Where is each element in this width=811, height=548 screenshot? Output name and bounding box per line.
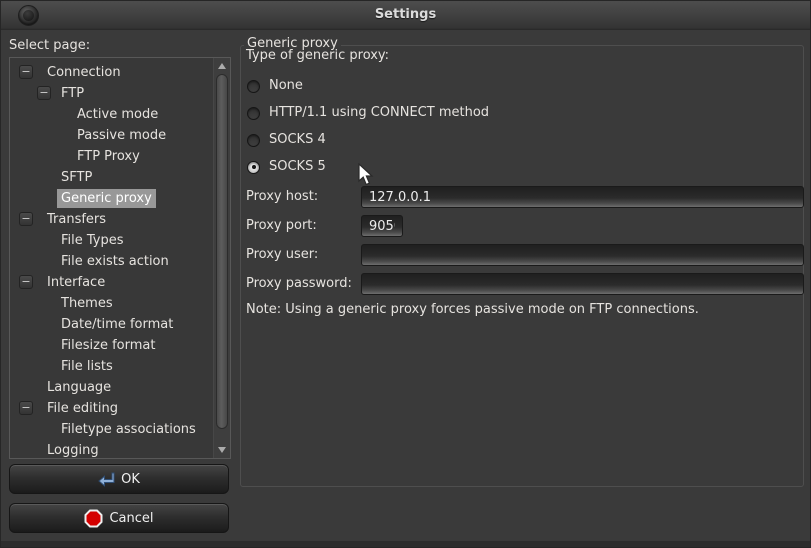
tree-item-label[interactable]: FTP xyxy=(57,84,88,103)
proxy-host--input[interactable] xyxy=(361,186,804,208)
tree-item-label[interactable]: Transfers xyxy=(43,210,110,229)
tree-item-label[interactable]: File Types xyxy=(57,231,128,250)
tree-item-logging[interactable]: Logging xyxy=(10,440,230,459)
field-label: Proxy user: xyxy=(246,244,318,266)
tree-item-file-editing[interactable]: −File editing xyxy=(10,398,230,419)
tree-item-date-time-format[interactable]: Date/time format xyxy=(10,314,230,335)
tree-item-generic-proxy[interactable]: Generic proxy xyxy=(10,188,230,209)
ok-button-label: OK xyxy=(121,472,140,487)
cancel-button-label: Cancel xyxy=(109,511,153,526)
tree-item-filesize-format[interactable]: Filesize format xyxy=(10,335,230,356)
tree-item-label[interactable]: Themes xyxy=(57,294,117,313)
radio-label[interactable]: None xyxy=(269,79,303,93)
tree-item-label[interactable]: File exists action xyxy=(57,252,173,271)
tree-item-label[interactable]: SFTP xyxy=(57,168,96,187)
tree-item-label[interactable]: Logging xyxy=(43,441,103,459)
tree-item-label[interactable]: Connection xyxy=(43,63,125,82)
note-label: Note: Using a generic proxy forces passi… xyxy=(246,302,699,317)
tree-item-connection[interactable]: −Connection xyxy=(10,62,230,83)
tree-item-label[interactable]: Active mode xyxy=(73,105,162,124)
tree-item-active-mode[interactable]: Active mode xyxy=(10,104,230,125)
tree-item-file-types[interactable]: File Types xyxy=(10,230,230,251)
scroll-down-icon[interactable] xyxy=(218,447,226,453)
tree-item-passive-mode[interactable]: Passive mode xyxy=(10,125,230,146)
tree-item-label[interactable]: File editing xyxy=(43,399,122,418)
tree-item-interface[interactable]: −Interface xyxy=(10,272,230,293)
radio-http-1-1-using-connect-method[interactable]: HTTP/1.1 using CONNECT method xyxy=(247,103,489,123)
window-title: Settings xyxy=(1,1,810,30)
radio-unselected-icon[interactable] xyxy=(247,107,260,120)
field-label: Proxy host: xyxy=(246,186,318,208)
tree-item-ftp[interactable]: −FTP xyxy=(10,83,230,104)
cancel-button[interactable]: Cancel xyxy=(9,503,229,533)
tree-item-label[interactable]: Date/time format xyxy=(57,315,177,334)
tree-item-label[interactable]: Language xyxy=(43,378,115,397)
collapse-icon[interactable]: − xyxy=(19,275,33,289)
tree-item-label[interactable]: FTP Proxy xyxy=(73,147,144,166)
scroll-up-icon[interactable] xyxy=(218,63,226,69)
tree-item-file-exists-action[interactable]: File exists action xyxy=(10,251,230,272)
select-page-label: Select page: xyxy=(9,38,90,53)
settings-tree: −Connection−FTPActive modePassive modeFT… xyxy=(9,57,231,459)
field-label: Proxy password: xyxy=(246,273,352,295)
proxy-user--input[interactable] xyxy=(361,244,804,266)
tree-item-label[interactable]: Generic proxy xyxy=(57,189,156,208)
tree-item-label[interactable]: Filesize format xyxy=(57,336,159,355)
tree-item-sftp[interactable]: SFTP xyxy=(10,167,230,188)
field-label: Proxy port: xyxy=(246,215,317,237)
radio-label[interactable]: SOCKS 5 xyxy=(269,160,326,174)
radio-none[interactable]: None xyxy=(247,76,303,96)
radio-unselected-icon[interactable] xyxy=(247,134,260,147)
tree-item-label[interactable]: Passive mode xyxy=(73,126,170,145)
mouse-cursor xyxy=(357,163,377,191)
titlebar[interactable]: Settings xyxy=(1,1,810,30)
close-icon[interactable] xyxy=(18,5,39,26)
generic-proxy-group: Generic proxy Type of generic proxy: Non… xyxy=(240,45,804,487)
radio-unselected-icon[interactable] xyxy=(247,80,260,93)
proxy-port--input[interactable] xyxy=(361,215,403,237)
tree-item-file-lists[interactable]: File lists xyxy=(10,356,230,377)
collapse-icon[interactable]: − xyxy=(19,65,33,79)
radio-socks-4[interactable]: SOCKS 4 xyxy=(247,130,326,150)
tree-item-ftp-proxy[interactable]: FTP Proxy xyxy=(10,146,230,167)
radio-selected-icon[interactable] xyxy=(247,161,260,174)
scrollbar-thumb[interactable] xyxy=(216,74,228,429)
collapse-icon[interactable]: − xyxy=(19,212,33,226)
radio-socks-5[interactable]: SOCKS 5 xyxy=(247,157,326,177)
tree-item-filetype-associations[interactable]: Filetype associations xyxy=(10,419,230,440)
window-bottom-edge xyxy=(1,541,810,547)
radio-label[interactable]: SOCKS 4 xyxy=(269,133,326,147)
stop-icon xyxy=(84,509,103,528)
tree-item-label[interactable]: Interface xyxy=(43,273,109,292)
tree-item-label[interactable]: File lists xyxy=(57,357,117,376)
ok-button[interactable]: OK xyxy=(9,464,229,494)
collapse-icon[interactable]: − xyxy=(19,401,33,415)
tree-item-language[interactable]: Language xyxy=(10,377,230,398)
tree-item-transfers[interactable]: −Transfers xyxy=(10,209,230,230)
proxy-password--input[interactable] xyxy=(361,273,804,295)
return-arrow-icon xyxy=(98,472,115,487)
type-of-proxy-label: Type of generic proxy: xyxy=(246,48,389,63)
tree-item-label[interactable]: Filetype associations xyxy=(57,420,200,439)
settings-window: Settings Select page: −Connection−FTPAct… xyxy=(0,0,811,548)
tree-item-themes[interactable]: Themes xyxy=(10,293,230,314)
tree-scrollbar[interactable] xyxy=(213,58,230,458)
collapse-icon[interactable]: − xyxy=(37,86,51,100)
radio-label[interactable]: HTTP/1.1 using CONNECT method xyxy=(269,106,489,120)
